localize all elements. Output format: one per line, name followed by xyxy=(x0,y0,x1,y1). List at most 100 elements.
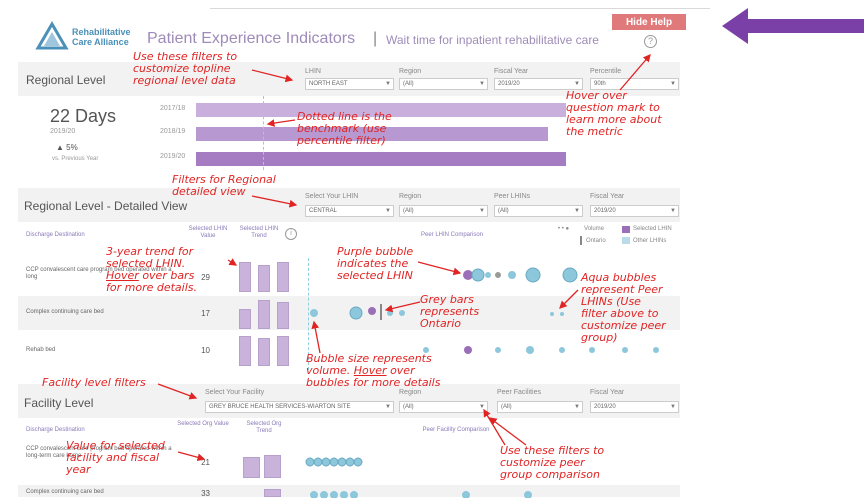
trend-bar[interactable] xyxy=(264,489,281,497)
annotation-line: group) xyxy=(581,331,618,344)
filter-label-region: Region xyxy=(399,68,422,75)
question-circle-icon[interactable]: ? xyxy=(644,35,657,48)
annotation-line: year xyxy=(66,463,91,476)
annotation-value-selected: Value for selected facility and fiscal y… xyxy=(66,440,165,476)
facility-fiscal-year-select[interactable]: 2019/20 ▼ xyxy=(590,401,679,413)
filter-label-fiscal-year: Fiscal Year xyxy=(590,193,625,200)
trend-bar[interactable] xyxy=(239,336,251,366)
chevron-down-icon: ▼ xyxy=(670,404,676,410)
detailed-region-select[interactable]: (All) ▼ xyxy=(399,205,488,217)
chevron-down-icon: ▼ xyxy=(670,208,676,214)
annotation-bubble-size: Bubble size represents volume. Hover ove… xyxy=(306,353,440,389)
trend-bar[interactable] xyxy=(264,455,281,478)
bar-year-label: 2017/18 xyxy=(160,105,186,112)
detailed-section-title: Regional Level - Detailed View xyxy=(24,199,188,213)
annotation-line: regional level data xyxy=(133,74,236,87)
lhin-select[interactable]: NORTH EAST ▼ xyxy=(305,78,394,90)
filter-label-percentile: Percentile xyxy=(590,68,622,75)
trend-bar[interactable] xyxy=(243,457,260,478)
facility-region-select[interactable]: (All) ▼ xyxy=(399,401,488,413)
bubble-row-3[interactable] xyxy=(423,346,659,354)
logo-text: Rehabilitative Care Alliance xyxy=(72,27,131,47)
trend-bar[interactable] xyxy=(277,302,289,329)
select-your-lhin[interactable]: CENTRAL ▼ xyxy=(305,205,394,217)
detailed-fiscal-year-select[interactable]: 2019/20 ▼ xyxy=(590,205,679,217)
percentile-select-value: 90th xyxy=(594,81,606,87)
chevron-down-icon: ▼ xyxy=(574,404,580,410)
filter-label-peer-lhins: Peer LHINs xyxy=(494,193,531,200)
col-header-trend: Selected LHIN Trend xyxy=(239,226,279,239)
arrow-to-trend-bars xyxy=(227,258,238,266)
trend-bar[interactable] xyxy=(258,338,270,366)
chevron-down-icon: ▼ xyxy=(479,208,485,214)
annotation-line: detailed view xyxy=(172,185,246,198)
col-header-value: Selected Org Value xyxy=(177,421,229,427)
facility-bubble-row-1[interactable] xyxy=(305,457,363,467)
facility-section-title: Facility Level xyxy=(24,396,94,410)
facility-region-value: (All) xyxy=(403,404,414,410)
facility-fiscal-year-value: 2019/20 xyxy=(594,404,616,410)
region-select-value: (All) xyxy=(403,81,414,87)
peer-facilities-value: (All) xyxy=(501,404,512,410)
chevron-down-icon: ▼ xyxy=(385,208,391,214)
trend-bar[interactable] xyxy=(258,265,270,292)
regional-bar-2019[interactable] xyxy=(196,152,566,166)
select-your-facility[interactable]: GREY BRUCE HEALTH SERVICES-WIARTON SITE ▼ xyxy=(205,401,394,413)
chevron-down-icon: ▼ xyxy=(479,404,485,410)
bubble-row-1[interactable] xyxy=(463,267,578,283)
facility-comparison-bubbles xyxy=(305,457,532,498)
hide-help-button[interactable]: Hide Help xyxy=(612,14,686,30)
peer-lhins-value: (All) xyxy=(498,208,509,214)
peer-lhins-select[interactable]: (All) ▼ xyxy=(494,205,583,217)
select-your-facility-value: GREY BRUCE HEALTH SERVICES-WIARTON SITE xyxy=(209,404,351,410)
filter-label-peer-facilities: Peer Facilities xyxy=(497,389,541,396)
bar-year-label: 2019/20 xyxy=(160,153,186,160)
col-header-value: Selected LHIN Value xyxy=(188,226,228,239)
annotation-question-mark: Hover over question mark to learn more a… xyxy=(566,90,662,138)
filter-label-lhin: LHIN xyxy=(305,68,321,75)
trend-bar[interactable] xyxy=(277,336,289,366)
annotation-topline-filters: Use these filters to customize topline r… xyxy=(133,51,237,87)
col-header-trend: Selected Org Trend xyxy=(246,421,282,434)
annotation-grey-bars: Grey bars represents Ontario xyxy=(420,294,479,330)
legend-selected-swatch xyxy=(622,226,630,233)
regional-section-title: Regional Level xyxy=(26,73,106,87)
chevron-down-icon: ▼ xyxy=(574,208,580,214)
filter-label-select-lhin: Select Your LHIN xyxy=(305,193,359,200)
chevron-down-icon: ▼ xyxy=(479,81,485,87)
detailed-region-value: (All) xyxy=(403,208,414,214)
annotation-trend: 3-year trend for selected LHIN. Hover ov… xyxy=(106,246,197,294)
legend-selected: Selected LHIN xyxy=(633,226,672,232)
annotation-line: bubbles for more details xyxy=(306,376,441,389)
trend-bar[interactable] xyxy=(258,300,270,329)
legend-ontario: Ontario xyxy=(586,238,606,244)
table-row-label: Rehab bed xyxy=(26,347,56,353)
annotation-line: percentile filter) xyxy=(297,134,386,147)
filter-label-region: Region xyxy=(399,389,422,396)
legend-other-swatch xyxy=(622,237,630,244)
top-divider xyxy=(210,8,710,9)
annotation-peer-filters: Use these filters to customize peer grou… xyxy=(500,445,604,481)
info-icon[interactable]: i xyxy=(285,228,297,240)
logo-triangle-icon xyxy=(35,21,69,50)
title-separator: | xyxy=(373,30,378,47)
annotation-line: group comparison xyxy=(500,468,600,481)
filter-label-region: Region xyxy=(399,193,422,200)
filter-label-select-facility: Select Your Facility xyxy=(205,389,265,396)
lhin-select-value: NORTH EAST xyxy=(309,81,348,87)
col-header-comparison: Peer LHIN Comparison xyxy=(420,232,484,238)
trend-bar[interactable] xyxy=(239,262,251,292)
chevron-down-icon: ▼ xyxy=(385,404,391,410)
table-row-label: Complex continuing care bed xyxy=(26,309,104,315)
kpi-year: 2019/20 xyxy=(50,128,76,135)
peer-facilities-select[interactable]: (All) ▼ xyxy=(497,401,583,413)
logo-line-1: Rehabilitative xyxy=(72,27,131,37)
fiscal-year-select-value: 2019/20 xyxy=(498,81,520,87)
trend-bar[interactable] xyxy=(277,262,289,292)
table-row-value: 10 xyxy=(201,346,210,355)
annotation-line: selected LHIN xyxy=(337,269,413,282)
region-select[interactable]: (All) ▼ xyxy=(399,78,488,90)
arrow-to-benchmark xyxy=(266,119,296,127)
trend-bar[interactable] xyxy=(239,309,251,329)
legend-other: Other LHINs xyxy=(633,238,667,244)
